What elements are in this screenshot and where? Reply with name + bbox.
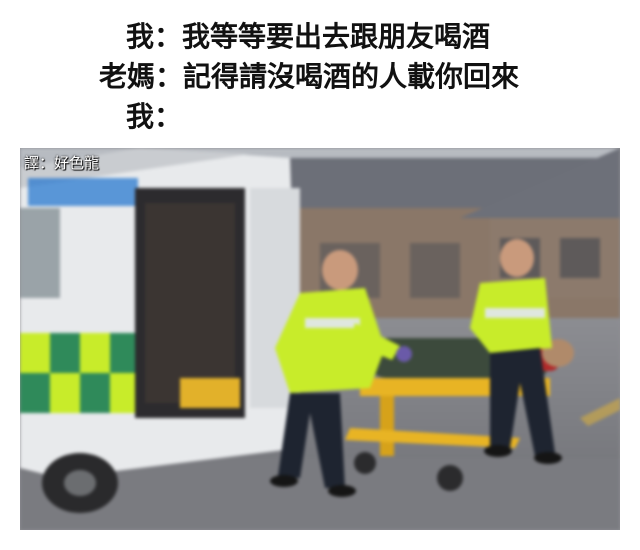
- line-text: ：: [154, 100, 183, 133]
- ambulance-scene: [20, 148, 620, 530]
- dialogue-line-me-2: 我：: [126, 100, 182, 134]
- speaker-label: 老媽: [99, 60, 156, 93]
- dialogue-line-me-1: 我：我等等要出去跟朋友喝酒: [126, 20, 490, 54]
- line-text: ：我等等要出去跟朋友喝酒: [154, 20, 491, 53]
- speaker-label: 我: [126, 20, 155, 53]
- dialogue-line-mom: 老媽：記得請沒喝酒的人載你回來: [99, 60, 519, 94]
- speaker-label: 我: [126, 100, 155, 133]
- ambulance-photo: 譯：好色龍: [20, 148, 620, 530]
- translator-credit: 譯：好色龍: [24, 154, 100, 172]
- line-text: ：記得請沒喝酒的人載你回來: [155, 60, 520, 93]
